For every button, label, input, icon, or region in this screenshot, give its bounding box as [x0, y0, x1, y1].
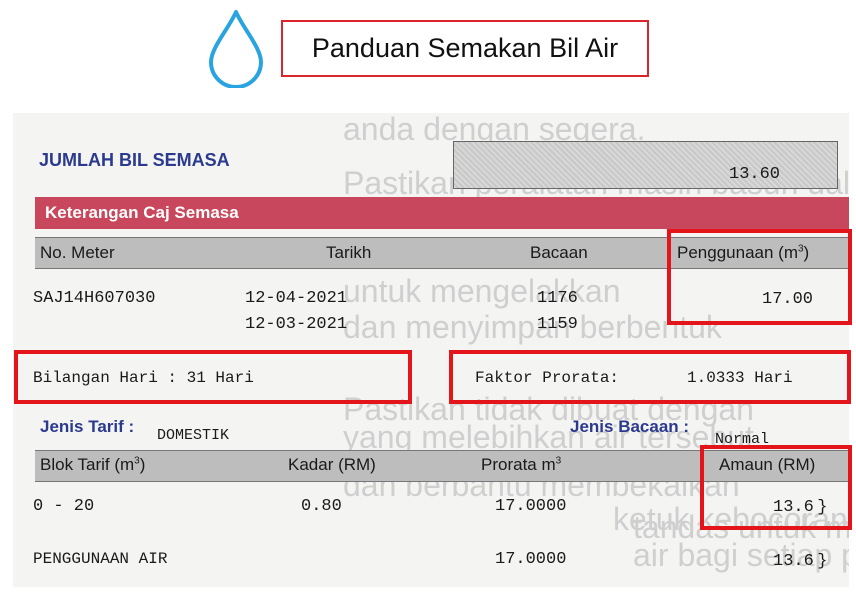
- show-through-text: untuk mengelakkan: [343, 273, 621, 309]
- tariff-type-value: DOMESTIK: [157, 427, 230, 444]
- date-current: 12-04-2021: [245, 289, 348, 308]
- reading-current: 1176: [537, 289, 578, 308]
- date-header: Tarikh: [326, 243, 372, 262]
- total-bill-value: 13.60: [729, 165, 781, 184]
- water-drop-icon: [209, 10, 263, 88]
- tariff-row-2-amount: 13.6 }: [773, 552, 828, 571]
- reading-header: Bacaan: [530, 243, 588, 262]
- meter-no-header: No. Meter: [40, 243, 115, 262]
- meter-number: SAJ14H607030: [33, 289, 156, 308]
- total-bill-box: [453, 141, 838, 189]
- page-title: Panduan Semakan Bil Air: [281, 20, 649, 77]
- show-through-text: dan menyimpan berbentuk: [343, 309, 722, 345]
- rate-header: Kadar (RM): [288, 455, 376, 474]
- usage-highlight-box: [667, 229, 852, 325]
- prorata-header-sup: 3: [555, 455, 562, 467]
- tariff-type-label: Jenis Tarif :: [40, 417, 135, 436]
- total-bill-label: JUMLAH BIL SEMASA: [39, 150, 230, 170]
- tariff-row-1-prorata: 17.0000: [495, 497, 567, 516]
- date-previous: 12-03-2021: [245, 315, 348, 334]
- section-title: Keterangan Caj Semasa: [45, 203, 239, 222]
- tariff-row-2-block: PENGGUNAAN AIR: [33, 550, 168, 568]
- prorata-header: Prorata m3: [481, 455, 561, 475]
- reading-previous: 1159: [537, 315, 578, 334]
- prorata-header-label: Prorata m: [481, 455, 556, 474]
- block-header-label: Blok Tarif (m: [40, 455, 135, 474]
- amount-highlight-box: [700, 445, 852, 530]
- block-header-close: ): [139, 455, 146, 474]
- tariff-row-2-prorata: 17.0000: [495, 550, 567, 569]
- prorata-highlight-box: [449, 350, 851, 404]
- days-highlight-box: [14, 350, 412, 404]
- reading-type-label: Jenis Bacaan :: [570, 417, 690, 436]
- tariff-row-1-rate: 0.80: [301, 497, 342, 516]
- block-header: Blok Tarif (m3): [40, 455, 145, 475]
- tariff-row-1-block: 0 - 20: [33, 497, 95, 516]
